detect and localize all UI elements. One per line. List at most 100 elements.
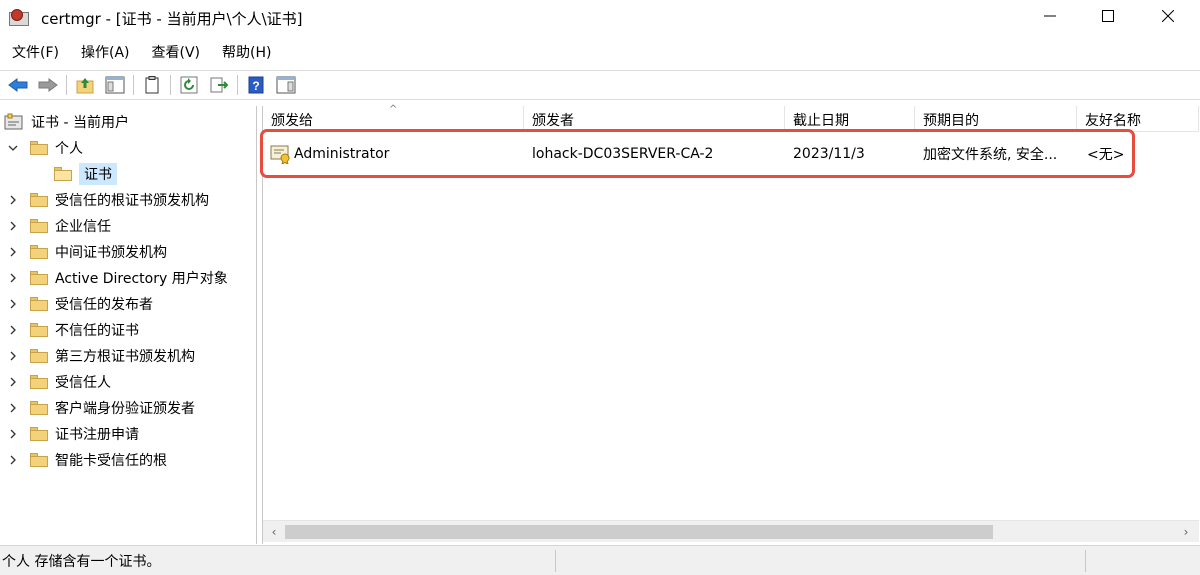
folder-icon <box>30 219 48 233</box>
tree-item-label: 受信任人 <box>55 375 111 391</box>
expand-chevron-icon[interactable] <box>6 297 20 311</box>
collapse-chevron-icon[interactable] <box>6 141 20 155</box>
folder-icon <box>30 427 48 441</box>
scroll-right-icon[interactable]: › <box>1177 524 1195 540</box>
sort-ascending-icon: ^ <box>389 104 398 115</box>
status-bar: 个人 存储含有一个证书。 <box>0 545 1200 575</box>
tree-item-label: 个人 <box>55 141 83 157</box>
menu-file[interactable]: 文件(F) <box>10 40 61 64</box>
up-folder-icon <box>76 78 94 94</box>
title-bar: certmgr - [证书 - 当前用户\个人\证书] <box>0 0 1200 36</box>
refresh-icon <box>180 76 198 94</box>
scroll-left-icon[interactable]: ‹ <box>265 524 283 540</box>
export-list-icon <box>210 77 228 93</box>
console-tree: 证书 - 当前用户 个人 证书 受信任的根证书颁发机构 企业信任 中间证书颁发机… <box>0 106 257 544</box>
forward-button[interactable] <box>37 74 59 96</box>
expand-chevron-icon[interactable] <box>6 401 20 415</box>
toolbar: ? <box>0 70 1200 100</box>
tree-root[interactable]: 证书 - 当前用户 <box>4 110 129 134</box>
certmgr-app-icon <box>9 9 31 27</box>
help-icon: ? <box>248 76 264 94</box>
up-button[interactable] <box>74 74 96 96</box>
minimize-button[interactable] <box>1027 0 1073 32</box>
folder-icon <box>30 401 48 415</box>
folder-icon <box>30 453 48 467</box>
folder-icon <box>30 245 48 259</box>
tree-item-label: 第三方根证书颁发机构 <box>55 349 195 365</box>
forward-arrow-icon <box>38 78 58 92</box>
tree-item-label: 不信任的证书 <box>55 323 139 339</box>
expand-chevron-icon[interactable] <box>6 427 20 441</box>
column-label: 颁发给 <box>271 113 313 129</box>
expand-chevron-icon[interactable] <box>6 375 20 389</box>
tree-item-label: 证书注册申请 <box>55 427 139 443</box>
toolbar-separator <box>66 75 67 95</box>
tree-item-untrusted[interactable]: 不信任的证书 <box>6 318 139 342</box>
tree-item-label: Active Directory 用户对象 <box>55 271 228 287</box>
horizontal-scrollbar[interactable]: ‹ › <box>263 520 1199 542</box>
folder-icon <box>30 375 48 389</box>
properties-icon <box>145 76 159 94</box>
column-label: 截止日期 <box>793 113 849 129</box>
tree-item-third-party-root[interactable]: 第三方根证书颁发机构 <box>6 344 195 368</box>
tree-item-label: 证书 <box>79 163 117 185</box>
help-button[interactable]: ? <box>245 74 267 96</box>
folder-icon <box>30 141 48 155</box>
expand-chevron-icon[interactable] <box>6 349 20 363</box>
tree-item-label: 中间证书颁发机构 <box>55 245 167 261</box>
expand-chevron-icon[interactable] <box>6 323 20 337</box>
tree-item-label: 企业信任 <box>55 219 111 235</box>
minimize-icon <box>1044 15 1056 17</box>
expand-chevron-icon[interactable] <box>6 219 20 233</box>
folder-icon <box>30 349 48 363</box>
maximize-button[interactable] <box>1085 0 1131 32</box>
tree-item-trusted-root[interactable]: 受信任的根证书颁发机构 <box>6 188 209 212</box>
certificate-list: ^ 颁发给 颁发者 截止日期 预期目的 友好名称 Administrator l… <box>260 104 1199 544</box>
tree-item-enrollment-requests[interactable]: 证书注册申请 <box>6 422 139 446</box>
status-text: 个人 存储含有一个证书。 <box>2 553 161 570</box>
expand-chevron-icon[interactable] <box>6 453 20 467</box>
folder-icon <box>30 193 48 207</box>
folder-icon <box>30 297 48 311</box>
properties-button[interactable] <box>141 74 163 96</box>
status-divider <box>1085 550 1086 572</box>
expand-chevron-icon[interactable] <box>6 271 20 285</box>
show-hide-action-pane-button[interactable] <box>275 74 297 96</box>
folder-open-icon <box>54 167 72 181</box>
menu-bar: 文件(F) 操作(A) 查看(V) 帮助(H) <box>0 40 281 64</box>
tree-item-personal[interactable]: 个人 <box>6 136 83 160</box>
status-divider <box>555 550 556 572</box>
tree-item-enterprise-trust[interactable]: 企业信任 <box>6 214 111 238</box>
tree-item-intermediate-ca[interactable]: 中间证书颁发机构 <box>6 240 167 264</box>
scrollbar-thumb[interactable] <box>285 525 993 539</box>
tree-item-trusted-people[interactable]: 受信任人 <box>6 370 111 394</box>
maximize-icon <box>1102 10 1114 22</box>
tree-item-label: 客户端身份验证颁发者 <box>55 401 195 417</box>
close-button[interactable] <box>1145 0 1191 32</box>
tree-item-label: 受信任的发布者 <box>55 297 153 313</box>
folder-icon <box>30 323 48 337</box>
expand-chevron-icon[interactable] <box>6 193 20 207</box>
menu-view[interactable]: 查看(V) <box>150 40 203 64</box>
show-hide-action-icon <box>276 76 296 94</box>
toolbar-separator <box>133 75 134 95</box>
tree-root-label: 证书 - 当前用户 <box>31 115 129 131</box>
folder-icon <box>30 271 48 285</box>
show-hide-tree-icon <box>105 76 125 94</box>
toolbar-separator <box>237 75 238 95</box>
menu-help[interactable]: 帮助(H) <box>220 40 273 64</box>
expand-chevron-icon[interactable] <box>6 245 20 259</box>
column-label: 友好名称 <box>1085 113 1141 129</box>
menu-action[interactable]: 操作(A) <box>79 40 132 64</box>
tree-item-certificates[interactable]: 证书 <box>54 162 117 186</box>
show-hide-tree-button[interactable] <box>104 74 126 96</box>
back-arrow-icon <box>8 78 28 92</box>
back-button[interactable] <box>7 74 29 96</box>
tree-item-ad-user-object[interactable]: Active Directory 用户对象 <box>6 266 228 290</box>
tree-item-smartcard-trusted-roots[interactable]: 智能卡受信任的根 <box>6 448 167 472</box>
export-list-button[interactable] <box>208 74 230 96</box>
certificate-store-icon <box>4 113 23 130</box>
refresh-button[interactable] <box>178 74 200 96</box>
tree-item-trusted-publishers[interactable]: 受信任的发布者 <box>6 292 153 316</box>
tree-item-client-auth-issuers[interactable]: 客户端身份验证颁发者 <box>6 396 195 420</box>
